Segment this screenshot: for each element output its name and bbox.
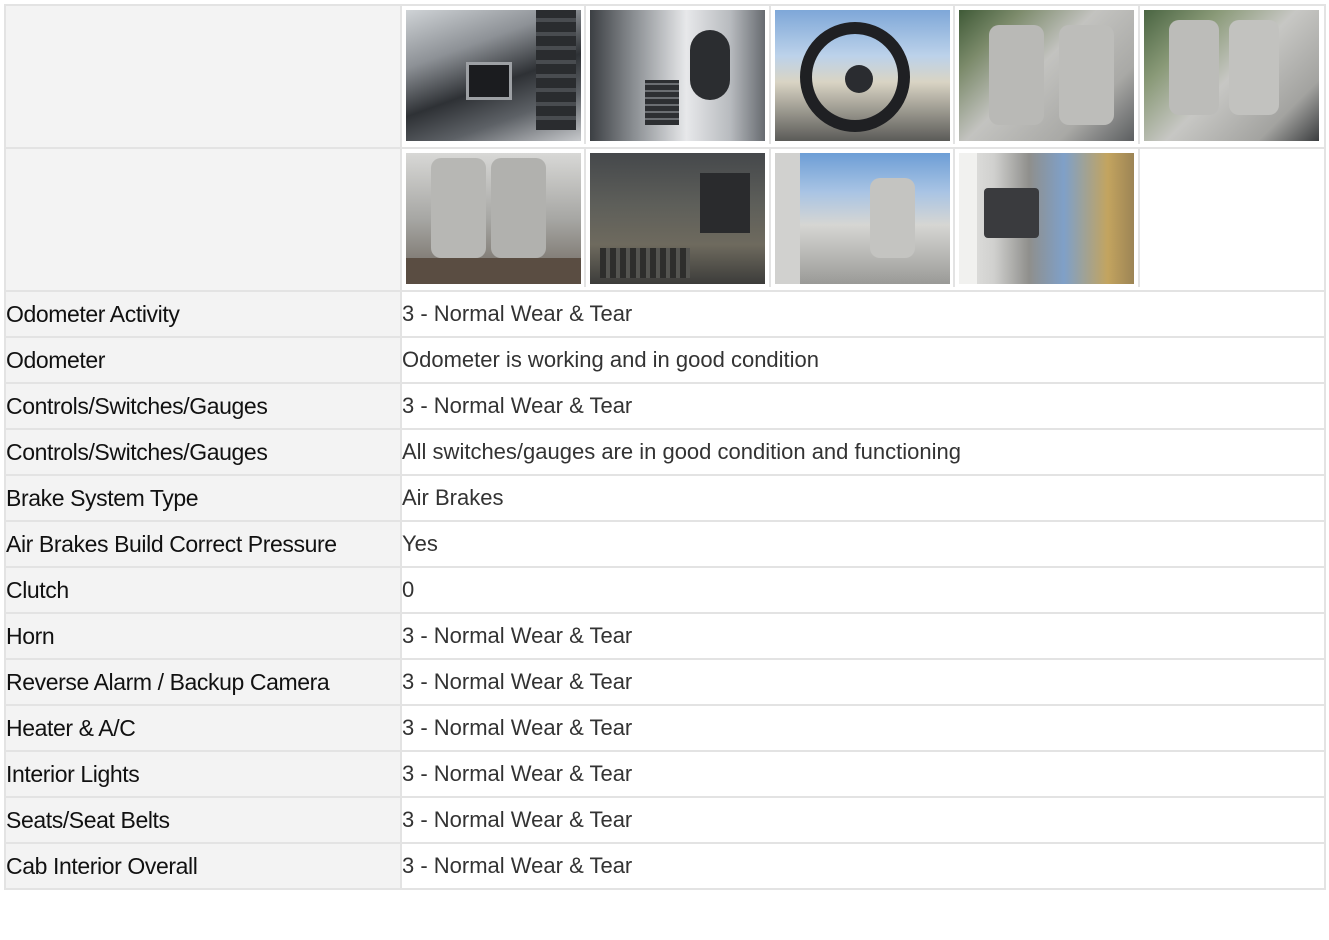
row-value: 3 - Normal Wear & Tear [400,290,1326,338]
row-label: Interior Lights [4,750,402,798]
photo-thumbnail-6[interactable] [405,152,581,284]
row-value: 3 - Normal Wear & Tear [400,842,1326,890]
row-label: Controls/Switches/Gauges [4,382,402,430]
row-label: Odometer Activity [4,290,402,338]
table-row: Horn 3 - Normal Wear & Tear [4,612,1326,660]
photo-thumbnail-4[interactable] [958,9,1134,141]
table-row: Seats/Seat Belts 3 - Normal Wear & Tear [4,796,1326,844]
row-value: 3 - Normal Wear & Tear [400,382,1326,430]
row-label: Horn [4,612,402,660]
row-value: 3 - Normal Wear & Tear [400,612,1326,660]
table-row: Odometer Odometer is working and in good… [4,336,1326,384]
table-row: Interior Lights 3 - Normal Wear & Tear [4,750,1326,798]
inspection-report: Odometer Activity 3 - Normal Wear & Tear… [4,4,1326,890]
row-value: Yes [400,520,1326,568]
row-label: Reverse Alarm / Backup Camera [4,658,402,706]
table-row: Odometer Activity 3 - Normal Wear & Tear [4,290,1326,338]
photo-row-label [4,147,402,292]
photo-thumbnail-1[interactable] [405,9,581,141]
row-value: 3 - Normal Wear & Tear [400,658,1326,706]
row-value: 3 - Normal Wear & Tear [400,750,1326,798]
table-row: Air Brakes Build Correct Pressure Yes [4,520,1326,568]
row-value: Odometer is working and in good conditio… [400,336,1326,384]
row-value: All switches/gauges are in good conditio… [400,428,1326,476]
table-row: Brake System Type Air Brakes [4,474,1326,522]
photo-row-1 [4,4,1326,149]
row-label: Air Brakes Build Correct Pressure [4,520,402,568]
row-label: Odometer [4,336,402,384]
row-label: Controls/Switches/Gauges [4,428,402,476]
table-row: Heater & A/C 3 - Normal Wear & Tear [4,704,1326,752]
photo-thumbnail-5[interactable] [1144,9,1320,141]
photo-row-2 [4,147,1326,292]
table-row: Controls/Switches/Gauges 3 - Normal Wear… [4,382,1326,430]
row-label: Clutch [4,566,402,614]
table-row: Reverse Alarm / Backup Camera 3 - Normal… [4,658,1326,706]
row-label: Brake System Type [4,474,402,522]
row-label: Heater & A/C [4,704,402,752]
row-value: 0 [400,566,1326,614]
photo-row-label [4,4,402,149]
photo-thumbnail-9[interactable] [958,152,1134,284]
inspection-table: Odometer Activity 3 - Normal Wear & Tear… [4,4,1326,890]
row-label: Cab Interior Overall [4,842,402,890]
table-row: Cab Interior Overall 3 - Normal Wear & T… [4,842,1326,890]
table-row: Controls/Switches/Gauges All switches/ga… [4,428,1326,476]
table-row: Clutch 0 [4,566,1326,614]
row-value: 3 - Normal Wear & Tear [400,704,1326,752]
row-value: Air Brakes [400,474,1326,522]
photo-thumbnail-7[interactable] [590,152,766,284]
photo-gallery-row-1 [400,4,1326,149]
row-label: Seats/Seat Belts [4,796,402,844]
photo-thumbnail-8[interactable] [774,152,950,284]
photo-gallery-row-2 [400,147,1326,292]
photo-thumbnail-2[interactable] [590,9,766,141]
photo-thumbnail-3[interactable] [774,9,950,141]
row-value: 3 - Normal Wear & Tear [400,796,1326,844]
